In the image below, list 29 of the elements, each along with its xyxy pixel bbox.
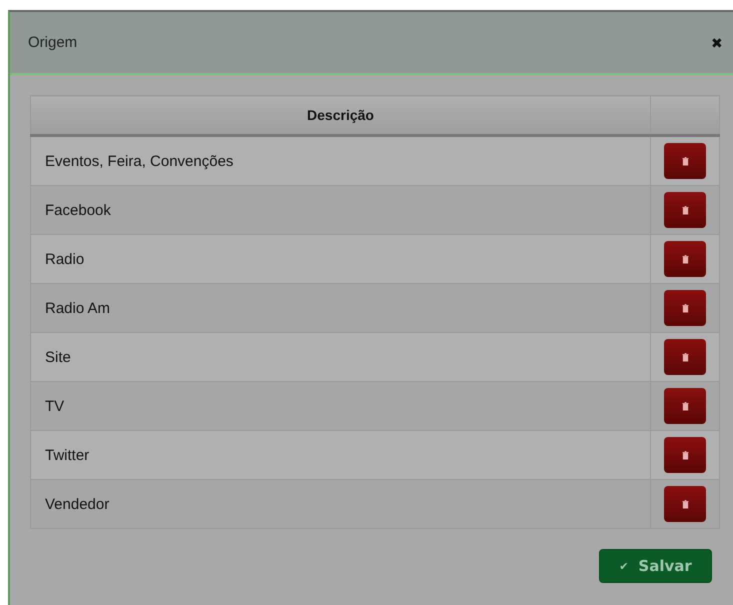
trash-icon — [682, 304, 688, 312]
table-cell: Eventos, Feira, Convenções — [30, 136, 650, 186]
table-cell: Vendedor — [30, 480, 650, 528]
trash-icon — [682, 206, 688, 214]
trash-icon — [682, 254, 688, 264]
trash-icon — [682, 500, 688, 508]
table-cell: Twitter — [30, 430, 650, 480]
table-cell: Facebook — [30, 186, 650, 234]
trash-icon — [682, 450, 688, 460]
table-cell: Radio Am — [30, 284, 650, 332]
close-button[interactable]: ✖ — [711, 34, 723, 50]
dialog-title: Origem — [28, 34, 78, 51]
delete-button[interactable] — [664, 192, 706, 228]
delete-button[interactable] — [664, 437, 706, 473]
table-cell: Radio — [30, 234, 650, 284]
trash-icon — [682, 156, 688, 166]
check-icon: ✔ — [619, 560, 628, 572]
trash-icon — [682, 352, 688, 362]
delete-button[interactable] — [664, 290, 706, 326]
delete-button[interactable] — [664, 486, 706, 522]
column-header: Descrição — [30, 96, 650, 136]
table-cell: TV — [30, 382, 650, 430]
delete-button[interactable] — [664, 388, 706, 424]
delete-button[interactable] — [664, 241, 706, 277]
save-button[interactable]: ✔ Salvar — [599, 549, 712, 583]
trash-icon — [682, 402, 688, 410]
table-cell: Site — [30, 332, 650, 382]
delete-button[interactable] — [664, 143, 706, 179]
delete-button[interactable] — [664, 339, 706, 375]
